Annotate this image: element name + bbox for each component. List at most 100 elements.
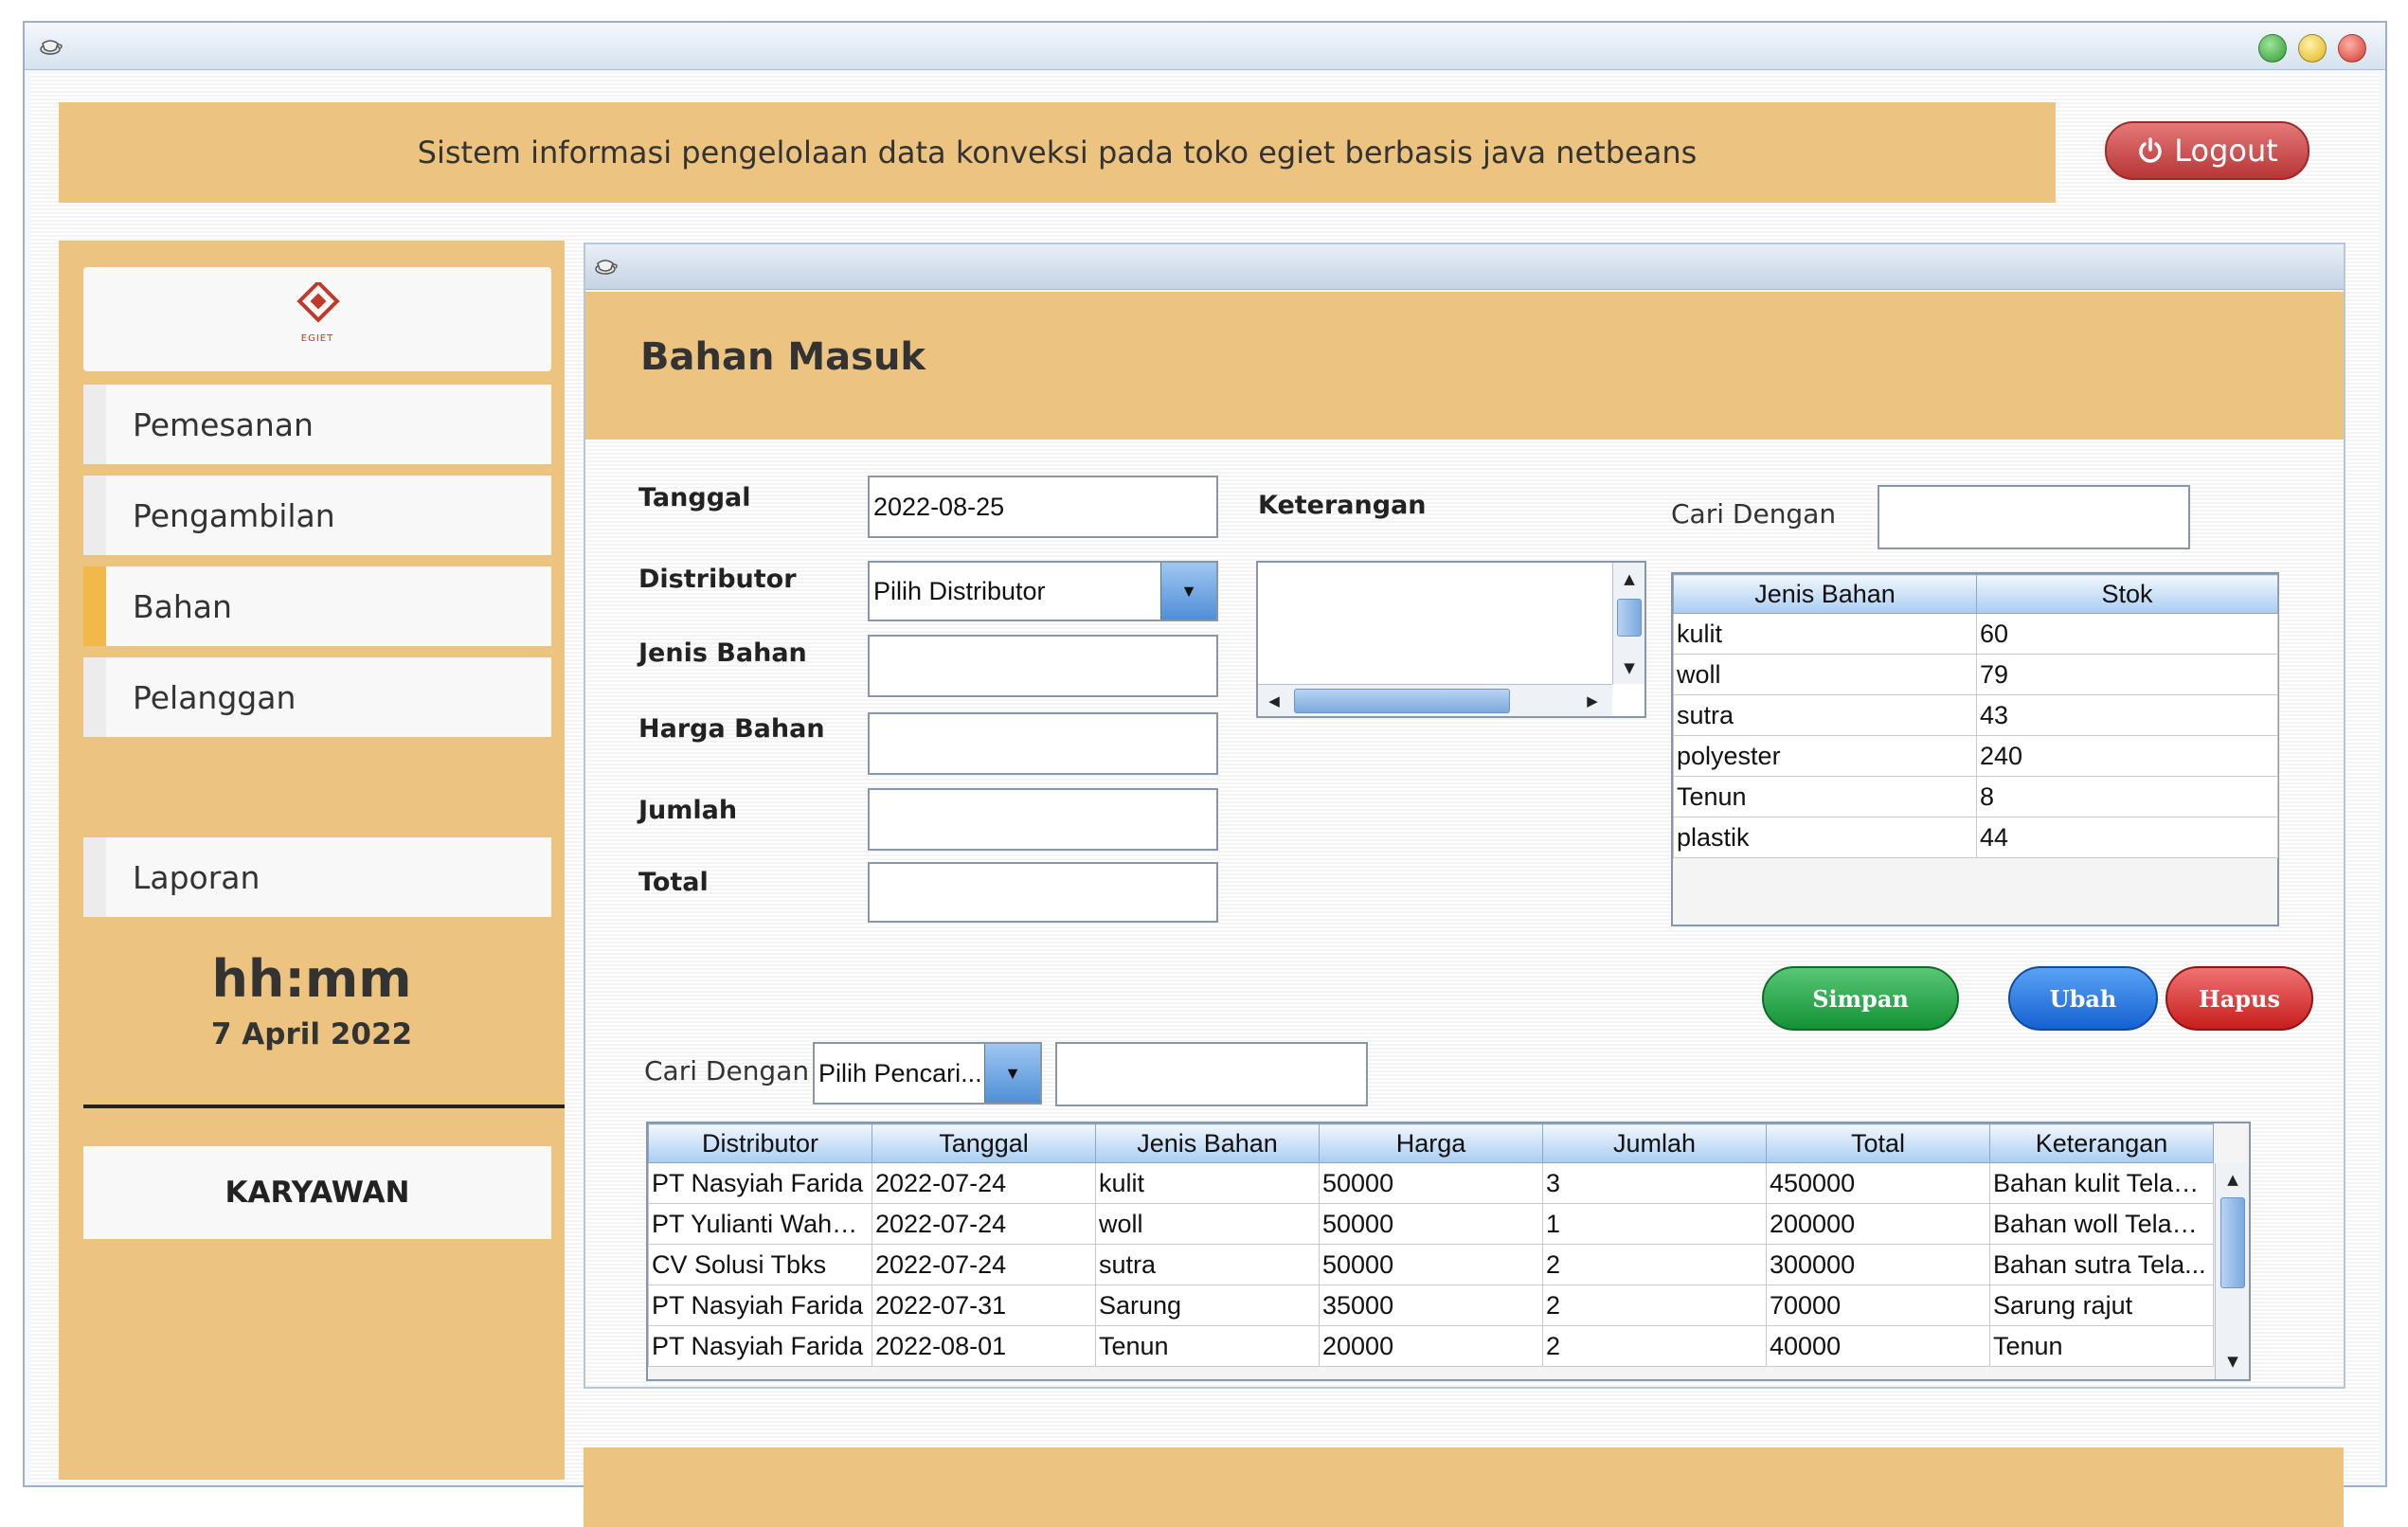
table-row[interactable]: Tenun 8 [1673,776,2278,817]
sidebar-item-label: Pengambilan [133,496,335,534]
total-field[interactable] [868,862,1218,923]
scroll-thumb[interactable] [1294,689,1510,713]
sidebar-item-laporan[interactable]: Laporan [83,837,551,917]
table-header[interactable]: Jenis Bahan [1673,574,1977,614]
table-cell: Tenun [1989,1325,2214,1367]
table-cell: Bahan sutra Tela... [1989,1244,2214,1285]
table-cell: PT Nasyiah Farida [648,1162,872,1204]
tanggal-field[interactable]: 2022-08-25 [868,476,1218,538]
scroll-thumb[interactable] [2220,1197,2245,1288]
maximize-button[interactable] [2258,34,2287,63]
table-cell: Tenun [1095,1325,1320,1367]
harga-bahan-field[interactable] [868,712,1218,775]
table-row[interactable]: sutra 43 [1673,694,2278,736]
date-display: 7 April 2022 [210,1017,413,1051]
scroll-right-icon[interactable]: ▶ [1576,685,1608,717]
table-row[interactable]: PT Nasyiah Farida 2022-07-31 Sarung 3500… [648,1284,2214,1326]
table-cell: 79 [1976,654,2278,695]
scroll-thumb[interactable] [1617,599,1642,637]
stok-table: Jenis Bahan Stok kulit 60 woll 79 sutra 43 … [1671,572,2279,926]
simpan-button[interactable]: Simpan [1762,966,1959,1031]
table-row[interactable]: PT Yulianti Wahyu... 2022-07-24 woll 500… [648,1203,2214,1245]
scroll-down-icon[interactable]: ▼ [1613,652,1645,684]
distributor-select[interactable]: Pilih Distributor ▼ [868,561,1218,621]
table-cell: 2022-08-01 [872,1325,1096,1367]
scroll-left-icon[interactable]: ◀ [1258,685,1290,717]
table-header[interactable]: Keterangan [1989,1123,2214,1163]
table-cell: PT Nasyiah Farida [648,1325,872,1367]
jumlah-label: Jumlah [638,796,738,825]
table-header[interactable]: Harga [1319,1123,1543,1163]
table-cell: kulit [1673,613,1977,655]
table-cell: 450000 [1766,1162,1990,1204]
internal-frame-titlebar [585,244,2344,290]
power-icon [2139,137,2162,163]
table-row[interactable]: CV Solusi Tbks 2022-07-24 sutra 50000 2 … [648,1244,2214,1285]
sidebar-item-pelanggan[interactable]: Pelanggan [83,657,551,737]
sidebar-item-pemesanan[interactable]: Pemesanan [83,385,551,464]
table-cell: Sarung rajut [1989,1284,2214,1326]
vertical-scrollbar[interactable]: ▲ ▼ [2215,1163,2249,1379]
pencarian-select[interactable]: Pilih Pencari... ▼ [813,1042,1042,1105]
table-row[interactable]: woll 79 [1673,654,2278,695]
jenis-bahan-field[interactable] [868,635,1218,697]
table-cell: 60 [1976,613,2278,655]
table-cell: 44 [1976,817,2278,858]
sidebar-item-pengambilan[interactable]: Pengambilan [83,476,551,555]
sidebar-item-label: Bahan [133,587,232,625]
table-cell: sutra [1095,1244,1320,1285]
table-row[interactable]: kulit 60 [1673,613,2278,655]
bahan-masuk-table: Distributor Tanggal Jenis Bahan Harga Ju… [646,1122,2251,1381]
table-header[interactable]: Jenis Bahan [1095,1123,1320,1163]
hapus-button[interactable]: Hapus [2165,966,2313,1031]
jumlah-field[interactable] [868,788,1218,851]
chevron-down-icon: ▼ [1160,563,1216,620]
ubah-button[interactable]: Ubah [2008,966,2158,1031]
table-row[interactable]: plastik 44 [1673,817,2278,858]
table-cell: CV Solusi Tbks [648,1244,872,1285]
table-header[interactable]: Total [1766,1123,1990,1163]
table-row[interactable]: PT Nasyiah Farida 2022-08-01 Tenun 20000… [648,1325,2214,1367]
table-cell: 2022-07-24 [872,1162,1096,1204]
table-row[interactable]: PT Nasyiah Farida 2022-07-24 kulit 50000… [648,1162,2214,1204]
table-cell: 1 [1542,1203,1767,1245]
page-header: Bahan Masuk [585,292,2344,440]
logout-label: Logout [2174,133,2278,169]
table-cell: 2 [1542,1244,1767,1285]
table-cell: 2 [1542,1325,1767,1367]
vertical-scrollbar[interactable]: ▲ ▼ [1612,563,1644,684]
sidebar-item-label: Laporan [133,858,261,896]
sidebar-item-bahan[interactable]: Bahan [83,566,551,646]
table-cell: 50000 [1319,1203,1543,1245]
scroll-up-icon[interactable]: ▲ [2217,1163,2249,1195]
logout-button[interactable]: Logout [2105,121,2309,180]
footer-bar [584,1447,2344,1527]
table-row[interactable]: polyester 240 [1673,735,2278,777]
keterangan-label: Keterangan [1258,491,1427,520]
header-panel: Sistem informasi pengelolaan data konvek… [59,102,2056,203]
table-cell: 43 [1976,694,2278,736]
table-cell: 40000 [1766,1325,1990,1367]
scroll-up-icon[interactable]: ▲ [1613,563,1645,595]
table-header[interactable]: Tanggal [872,1123,1096,1163]
pencarian-input[interactable] [1055,1042,1368,1106]
minimize-button[interactable] [2298,34,2327,63]
stok-table-grid: Jenis Bahan Stok kulit 60 woll 79 sutra 43 … [1673,574,2278,858]
app-window: Sistem informasi pengelolaan data konvek… [23,21,2387,1527]
close-button[interactable] [2338,34,2366,63]
horizontal-scrollbar[interactable]: ◀ ▶ [1258,684,1612,716]
table-cell: PT Yulianti Wahyu... [648,1203,872,1245]
table-cell: Bahan kulit Telah ... [1989,1162,2214,1204]
table-cell: 2022-07-24 [872,1244,1096,1285]
table-cell: 50000 [1319,1244,1543,1285]
keterangan-textarea[interactable]: ▲ ▼ ◀ ▶ [1256,561,1646,718]
scroll-down-icon[interactable]: ▼ [2217,1345,2249,1377]
cari-stok-input[interactable] [1878,485,2190,549]
app-title: Sistem informasi pengelolaan data konvek… [417,135,1698,171]
title-bar [25,23,2385,70]
table-header[interactable]: Jumlah [1542,1123,1767,1163]
table-cell: 2 [1542,1284,1767,1326]
table-header[interactable]: Distributor [648,1123,872,1163]
table-header[interactable]: Stok [1976,574,2278,614]
total-label: Total [638,868,709,897]
